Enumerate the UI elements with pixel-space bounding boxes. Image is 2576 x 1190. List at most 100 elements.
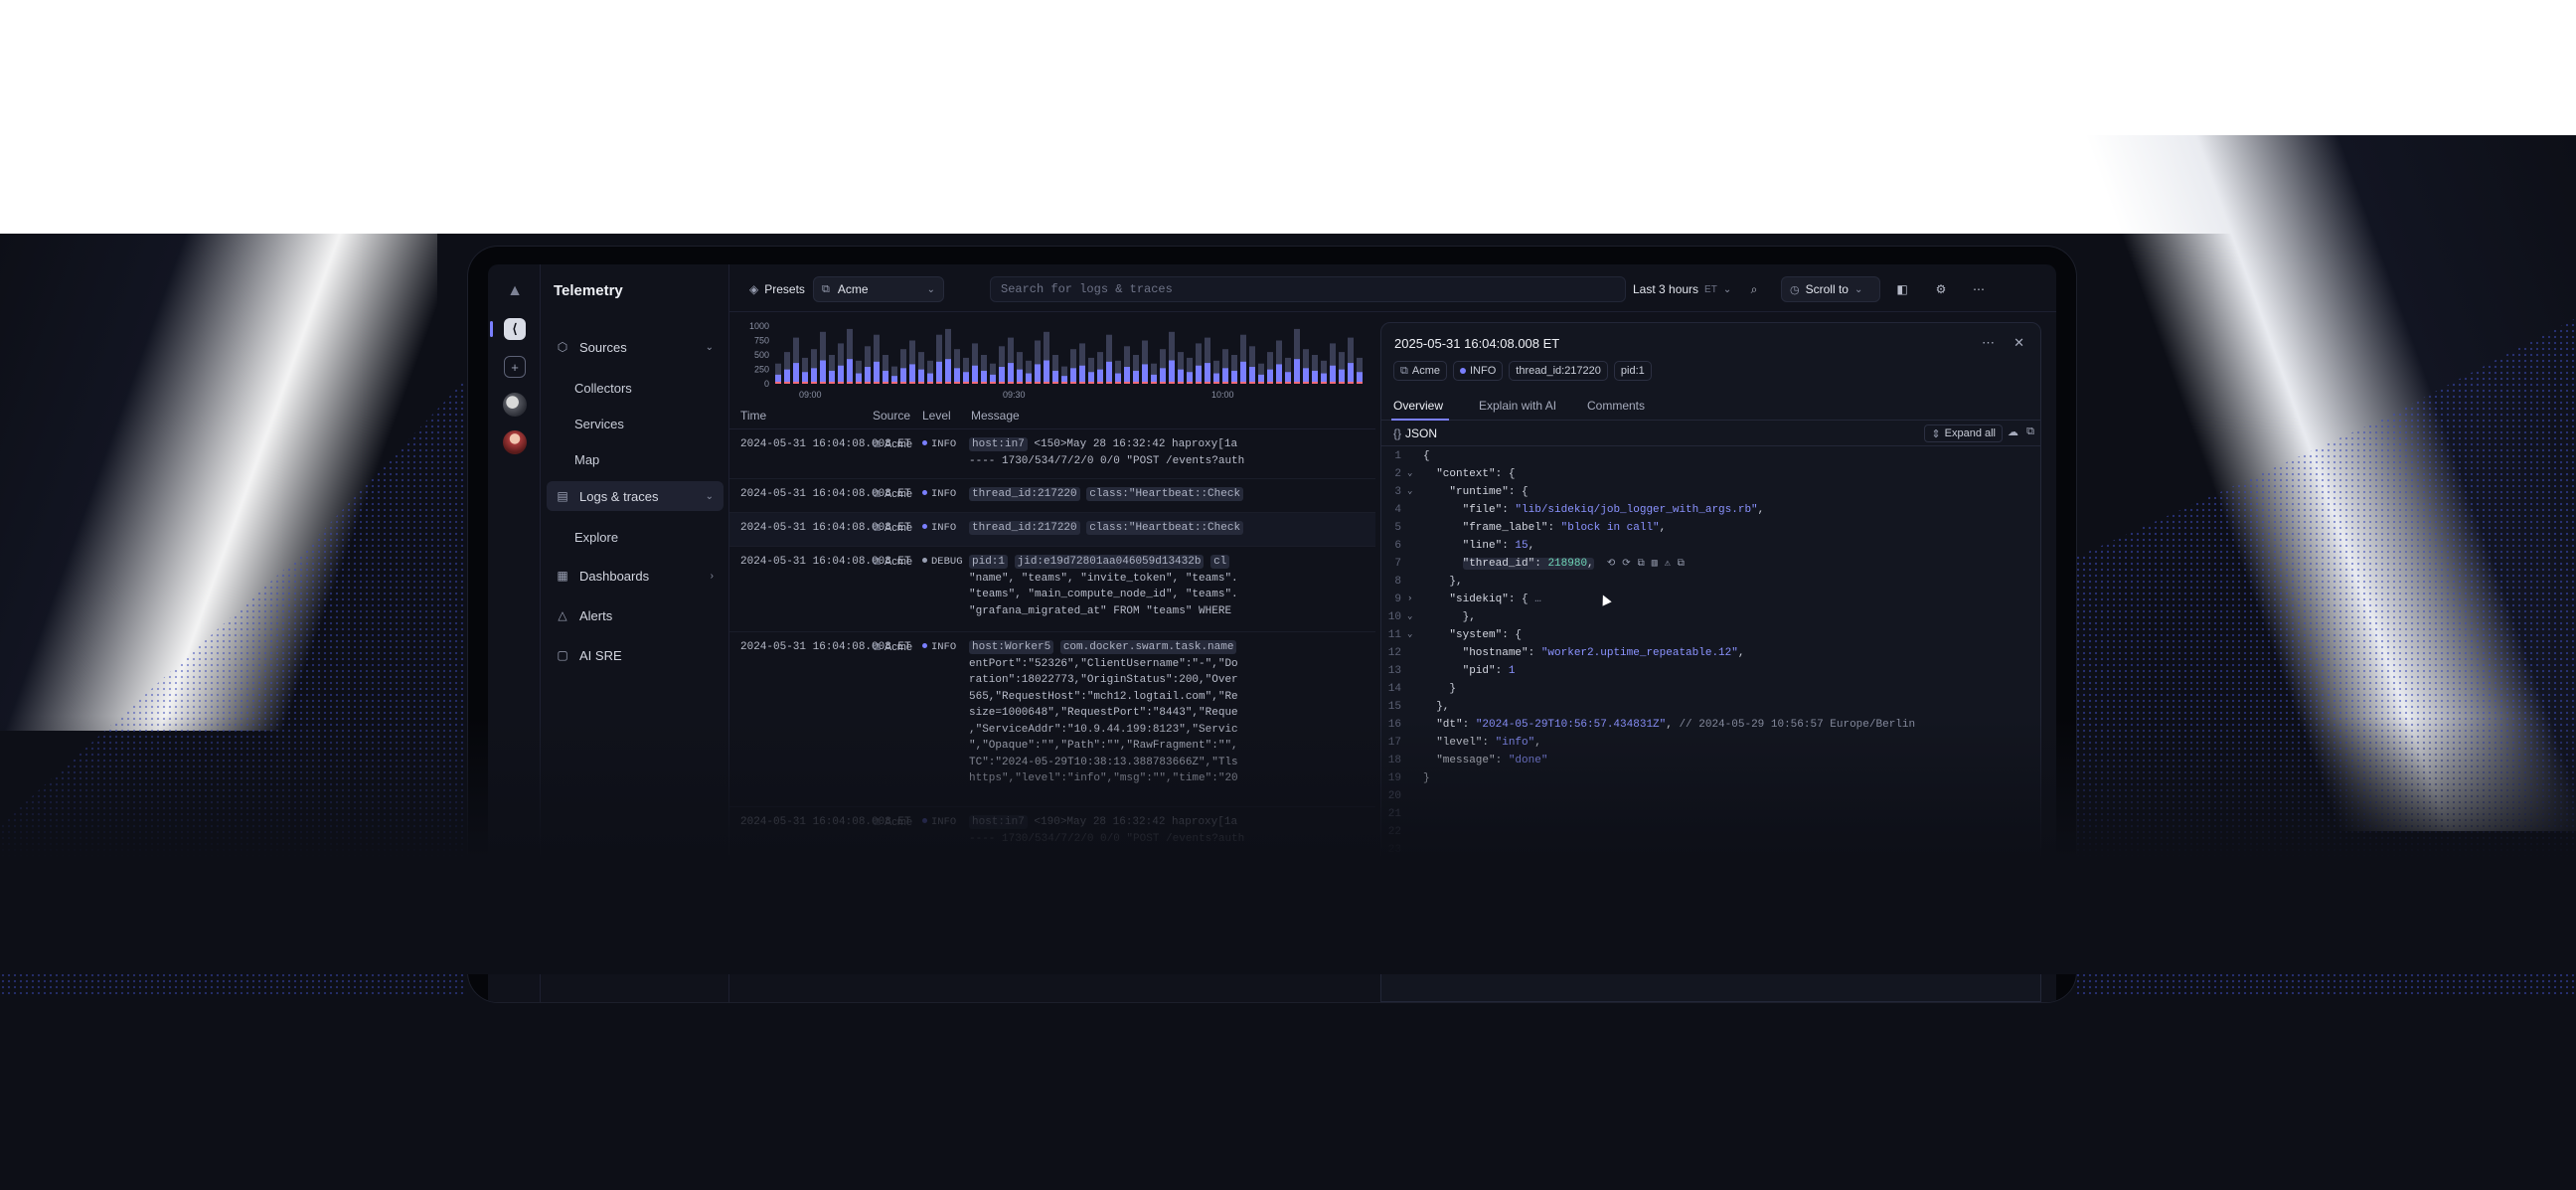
histogram-bar[interactable] <box>1196 343 1202 384</box>
histogram-bar[interactable] <box>1321 360 1327 384</box>
histogram-bar[interactable] <box>793 337 799 384</box>
histogram-bar[interactable] <box>1061 366 1067 384</box>
fold-toggle-icon[interactable]: › <box>1407 594 1412 603</box>
histogram-bar[interactable] <box>1044 331 1049 384</box>
cloud-icon[interactable]: ☁ <box>2008 425 2018 438</box>
column-header-source[interactable]: Source <box>873 409 910 423</box>
search-input[interactable]: Search for logs & traces <box>990 276 1626 302</box>
table-row[interactable]: 2024-05-31 16:04:08.008 ET⧉AcmeINFOthrea… <box>729 479 1375 513</box>
sidebar-item-services[interactable]: Services <box>574 417 624 431</box>
table-row[interactable]: 2024-05-31 16:04:08.008 ET ⧉ Acme DEBUG pid:… <box>729 547 1375 632</box>
histogram-bar[interactable] <box>891 366 897 384</box>
histogram-bar[interactable] <box>1213 360 1219 384</box>
copy-icon[interactable]: ⧉ <box>2026 425 2034 438</box>
add-app-icon[interactable]: + <box>504 356 526 378</box>
histogram-bar[interactable] <box>918 352 924 384</box>
scroll-to-button[interactable]: ◷ Scroll to ⌄ <box>1781 276 1880 302</box>
histogram-bar[interactable] <box>990 363 996 384</box>
histogram-bar[interactable] <box>945 328 951 384</box>
histogram-bar[interactable] <box>847 328 853 384</box>
histogram-bar[interactable] <box>1267 352 1273 384</box>
tab-comments[interactable]: Comments <box>1587 399 1645 413</box>
histogram-bar[interactable] <box>1276 340 1282 385</box>
sidebar-item-map[interactable]: Map <box>574 452 599 467</box>
fold-toggle-icon[interactable]: ⌄ <box>1407 629 1412 639</box>
column-header-level[interactable]: Level <box>922 409 951 423</box>
histogram-bar[interactable] <box>1008 337 1014 384</box>
expand-all-button[interactable]: ⇕ Expand all <box>1924 425 2003 442</box>
table-row[interactable]: 2024-05-31 16:04:08.008 ET⧉AcmeINFOhost:… <box>729 429 1375 479</box>
histogram-bar[interactable] <box>1124 346 1130 384</box>
histogram-bar[interactable] <box>1026 360 1032 384</box>
histogram-bar[interactable] <box>1160 349 1166 384</box>
histogram-bar[interactable] <box>1285 357 1291 384</box>
avatar[interactable] <box>503 393 527 417</box>
histogram-bar[interactable] <box>909 340 915 385</box>
column-header-time[interactable]: Time <box>740 409 766 423</box>
fold-toggle-icon[interactable]: ⌄ <box>1407 468 1412 478</box>
histogram-bar[interactable] <box>1142 340 1148 385</box>
histogram-bar[interactable] <box>1312 355 1318 384</box>
histogram-bar[interactable] <box>883 355 888 384</box>
column-header-message[interactable]: Message <box>971 409 1020 423</box>
histogram-bar[interactable] <box>1348 337 1354 384</box>
source-select[interactable]: ⧉ Acme ⌄ <box>813 276 944 302</box>
histogram-bar[interactable] <box>1339 352 1345 384</box>
sidebar-item-dashboards[interactable]: ▦ Dashboards › <box>547 561 724 591</box>
sidebar-item-collectors[interactable]: Collectors <box>574 381 632 396</box>
histogram-bar[interactable] <box>820 331 826 384</box>
histogram-bar[interactable] <box>856 360 862 384</box>
histogram-bar[interactable] <box>784 352 790 384</box>
histogram-bar[interactable] <box>963 357 969 384</box>
histogram-bar[interactable] <box>972 343 978 384</box>
close-icon[interactable]: ✕ <box>2013 335 2024 351</box>
sidebar-item-sources[interactable]: ⬡ Sources ⌄ <box>547 332 724 362</box>
sidebar-item-explore[interactable]: Explore <box>574 530 618 545</box>
histogram-bar[interactable] <box>865 346 871 384</box>
histogram-bar[interactable] <box>1187 357 1193 384</box>
histogram-bar[interactable] <box>838 343 844 384</box>
sidebar-item-alerts[interactable]: △ Alerts <box>547 600 724 630</box>
fold-toggle-icon[interactable]: ⌄ <box>1407 611 1412 621</box>
histogram-bar[interactable] <box>1035 340 1041 385</box>
histogram-bar[interactable] <box>1330 343 1336 384</box>
histogram-bar[interactable] <box>1205 337 1210 384</box>
histogram-bar[interactable] <box>802 357 808 384</box>
level-chip[interactable]: INFO <box>1452 361 1504 381</box>
split-view-icon[interactable]: ◧ <box>1892 276 1912 302</box>
pid-chip[interactable]: pid:1 <box>1613 361 1652 381</box>
thread-chip[interactable]: thread_id:217220 <box>1509 361 1608 381</box>
source-chip[interactable]: ⧉ Acme <box>1393 361 1447 381</box>
histogram-bar[interactable] <box>1070 349 1076 384</box>
histogram-bar[interactable] <box>1052 355 1058 384</box>
histogram-bar[interactable] <box>1178 352 1184 384</box>
avatar[interactable] <box>503 430 527 454</box>
histogram-bar[interactable] <box>936 334 942 384</box>
gear-icon[interactable]: ⚙ <box>1931 276 1951 302</box>
histogram-bar[interactable] <box>1258 363 1264 384</box>
histogram-bar[interactable] <box>1303 349 1309 384</box>
histogram-bar[interactable] <box>981 355 987 384</box>
histogram-bar[interactable] <box>1222 349 1228 384</box>
sidebar-item-logs-traces[interactable]: ▤ Logs & traces ⌄ <box>547 481 724 511</box>
histogram-bar[interactable] <box>1249 346 1255 384</box>
more-icon[interactable]: ⋯ <box>1982 335 1995 351</box>
histogram-bar[interactable] <box>874 334 880 384</box>
histogram-bar[interactable] <box>1017 352 1023 384</box>
histogram-bar[interactable] <box>1079 343 1085 384</box>
histogram-bar[interactable] <box>1106 334 1112 384</box>
histogram-bar[interactable] <box>1088 357 1094 384</box>
tab-overview[interactable]: Overview <box>1393 399 1443 413</box>
histogram-bar[interactable] <box>900 349 906 384</box>
histogram-bar[interactable] <box>999 346 1005 384</box>
histogram-bar[interactable] <box>1133 355 1139 384</box>
histogram-bar[interactable] <box>811 349 817 384</box>
tab-explain-with-ai[interactable]: Explain with AI <box>1479 399 1556 413</box>
histogram-bar[interactable] <box>1231 355 1237 384</box>
table-row[interactable]: 2024-05-31 16:04:08.008 ET⧉AcmeINFOthrea… <box>729 513 1375 547</box>
histogram-bar[interactable] <box>775 363 781 384</box>
histogram-bar[interactable] <box>1097 352 1103 384</box>
histogram-bar[interactable] <box>1169 331 1175 384</box>
histogram-bar[interactable] <box>829 355 835 384</box>
search-icon[interactable]: ⌕ <box>1744 276 1764 302</box>
